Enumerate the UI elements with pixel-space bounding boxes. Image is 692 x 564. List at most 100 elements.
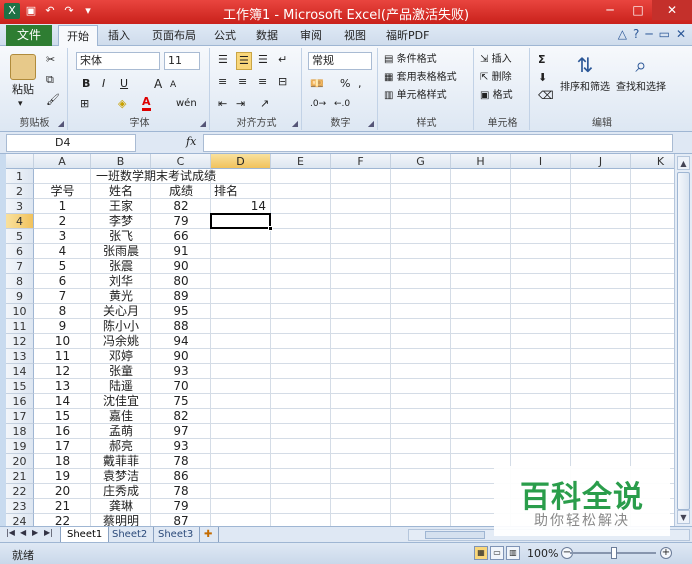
student-score-cell[interactable]: 70 — [151, 379, 211, 394]
tab-view[interactable]: 视图 — [344, 27, 366, 43]
borders-icon[interactable]: ⊞ — [80, 96, 89, 112]
fill-handle[interactable] — [268, 226, 273, 231]
student-id-cell[interactable]: 18 — [34, 454, 91, 469]
student-id-cell[interactable]: 22 — [34, 514, 91, 526]
vertical-scrollbar[interactable]: ▲ ▼ — [674, 154, 692, 526]
column-header-i[interactable]: I — [511, 154, 571, 169]
align-center-icon[interactable]: ≡ — [238, 74, 247, 90]
row-header-9[interactable]: 9 — [6, 289, 34, 304]
paste-dropdown-icon[interactable]: ▾ — [18, 96, 23, 112]
student-score-cell[interactable]: 89 — [151, 289, 211, 304]
phonetic-guide-button[interactable]: wén — [176, 96, 197, 112]
sort-filter-icon[interactable]: ⇅ — [572, 52, 598, 78]
normal-view-icon[interactable]: ▦ — [474, 546, 488, 560]
increase-indent-icon[interactable]: ⇥ — [236, 96, 245, 112]
row-header-8[interactable]: 8 — [6, 274, 34, 289]
number-format-select[interactable]: 常规 — [308, 52, 372, 70]
rank-value-cell[interactable]: 14 — [211, 199, 271, 214]
student-id-cell[interactable]: 9 — [34, 319, 91, 334]
name-box[interactable]: D4 — [6, 134, 136, 152]
student-score-cell[interactable]: 82 — [151, 199, 211, 214]
paste-label[interactable]: 粘贴 — [12, 82, 34, 98]
accounting-format-icon[interactable]: 💴 — [310, 76, 324, 92]
column-header-d[interactable]: D — [211, 154, 271, 169]
row-header-4[interactable]: 4 — [6, 214, 34, 229]
column-header-k[interactable]: K — [631, 154, 674, 169]
student-score-cell[interactable]: 93 — [151, 364, 211, 379]
row-header-20[interactable]: 20 — [6, 454, 34, 469]
student-name-cell[interactable]: 张飞 — [91, 229, 151, 244]
sheet-tab-sheet3[interactable]: Sheet3 — [152, 527, 201, 542]
row-header-14[interactable]: 14 — [6, 364, 34, 379]
student-id-cell[interactable]: 13 — [34, 379, 91, 394]
student-name-cell[interactable]: 张震 — [91, 259, 151, 274]
maximize-button[interactable]: □ — [624, 0, 652, 20]
student-id-cell[interactable]: 6 — [34, 274, 91, 289]
sheet-title-cell[interactable]: 一班数学期末考试成绩 — [34, 169, 271, 184]
row-header-23[interactable]: 23 — [6, 499, 34, 514]
header-score-cell[interactable]: 成绩 — [151, 184, 211, 199]
format-painter-icon[interactable]: 🖌 — [46, 92, 60, 108]
collapse-ribbon-icon[interactable]: △ — [618, 27, 627, 41]
student-name-cell[interactable]: 嘉佳 — [91, 409, 151, 424]
format-cells-button[interactable]: ▣ 格式 — [480, 88, 513, 104]
student-id-cell[interactable]: 15 — [34, 409, 91, 424]
header-id-cell[interactable]: 学号 — [34, 184, 91, 199]
student-id-cell[interactable]: 16 — [34, 424, 91, 439]
copy-icon[interactable]: ⧉ — [46, 72, 54, 88]
tab-formulas[interactable]: 公式 — [214, 27, 236, 43]
student-id-cell[interactable]: 17 — [34, 439, 91, 454]
column-header-b[interactable]: B — [91, 154, 151, 169]
autosum-button[interactable]: Σ — [538, 52, 546, 68]
student-score-cell[interactable]: 90 — [151, 349, 211, 364]
tab-page-layout[interactable]: 页面布局 — [152, 27, 196, 43]
student-id-cell[interactable]: 20 — [34, 484, 91, 499]
next-sheet-icon[interactable]: ▶ — [32, 528, 38, 537]
comma-button[interactable]: , — [358, 76, 362, 92]
student-name-cell[interactable]: 蔡明明 — [91, 514, 151, 526]
font-name-select[interactable]: 宋体 — [76, 52, 160, 70]
grow-font-button[interactable]: A — [154, 76, 162, 92]
column-header-g[interactable]: G — [391, 154, 451, 169]
student-score-cell[interactable]: 88 — [151, 319, 211, 334]
percent-button[interactable]: % — [340, 76, 350, 92]
workbook-close-icon[interactable]: ✕ — [676, 27, 686, 41]
student-score-cell[interactable]: 78 — [151, 454, 211, 469]
row-header-18[interactable]: 18 — [6, 424, 34, 439]
close-button[interactable]: ✕ — [652, 0, 692, 20]
student-score-cell[interactable]: 95 — [151, 304, 211, 319]
row-header-7[interactable]: 7 — [6, 259, 34, 274]
clear-icon[interactable]: ⌫ — [538, 88, 554, 104]
row-header-3[interactable]: 3 — [6, 199, 34, 214]
row-header-16[interactable]: 16 — [6, 394, 34, 409]
student-name-cell[interactable]: 关心月 — [91, 304, 151, 319]
cell-styles-button[interactable]: ▥ 单元格样式 — [384, 88, 447, 104]
fill-color-icon[interactable]: ◈ — [118, 96, 126, 112]
row-header-6[interactable]: 6 — [6, 244, 34, 259]
row-header-24[interactable]: 24 — [6, 514, 34, 526]
cut-icon[interactable]: ✂ — [46, 52, 55, 68]
align-bottom-icon[interactable]: ☰ — [258, 52, 268, 68]
help-icon[interactable]: ? — [633, 27, 639, 41]
zoom-in-icon[interactable]: + — [660, 547, 672, 559]
sheet-tab-sheet2[interactable]: Sheet2 — [106, 527, 155, 542]
decrease-indent-icon[interactable]: ⇤ — [218, 96, 227, 112]
student-id-cell[interactable]: 10 — [34, 334, 91, 349]
student-id-cell[interactable]: 8 — [34, 304, 91, 319]
student-name-cell[interactable]: 庄秀成 — [91, 484, 151, 499]
align-top-icon[interactable]: ☰ — [218, 52, 228, 68]
zoom-level[interactable]: 100% — [527, 547, 558, 560]
student-name-cell[interactable]: 戴菲菲 — [91, 454, 151, 469]
student-id-cell[interactable]: 3 — [34, 229, 91, 244]
first-sheet-icon[interactable]: |◀ — [6, 528, 15, 537]
tab-review[interactable]: 审阅 — [300, 27, 322, 43]
shrink-font-button[interactable]: A — [170, 77, 176, 93]
row-header-1[interactable]: 1 — [6, 169, 34, 184]
student-name-cell[interactable]: 李梦 — [91, 214, 151, 229]
student-id-cell[interactable]: 2 — [34, 214, 91, 229]
insert-cells-button[interactable]: ⇲ 插入 — [480, 52, 512, 68]
increase-decimal-icon[interactable]: .0→ — [310, 96, 326, 112]
sheet-tab-sheet1[interactable]: Sheet1 — [60, 527, 110, 542]
student-score-cell[interactable]: 86 — [151, 469, 211, 484]
row-header-11[interactable]: 11 — [6, 319, 34, 334]
